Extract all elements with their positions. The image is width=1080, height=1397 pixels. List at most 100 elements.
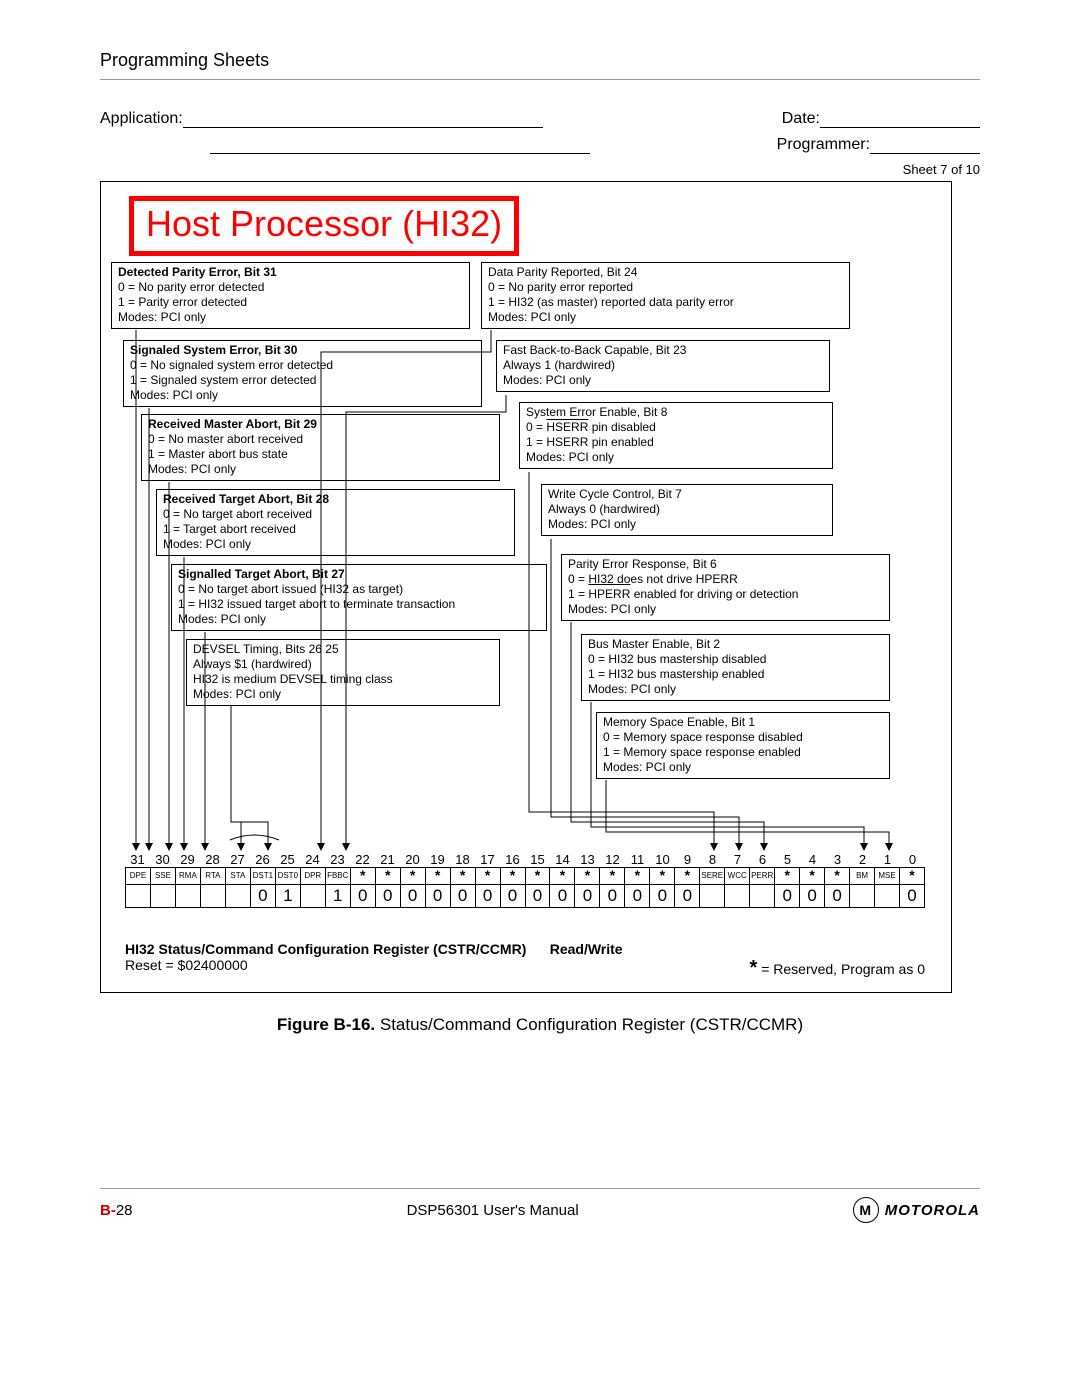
- bit-number: 9: [675, 852, 700, 867]
- bit-value: 0: [525, 885, 550, 907]
- bit-number: 0: [900, 852, 925, 867]
- bit-value: [300, 885, 325, 907]
- bit-value: 0: [350, 885, 375, 907]
- bit-label: RMA: [175, 868, 200, 884]
- reserved-bit: *: [400, 868, 425, 884]
- bit-number: 10: [650, 852, 675, 867]
- footer-divider: [100, 1188, 980, 1189]
- application-line[interactable]: [183, 127, 543, 128]
- reserved-bit: *: [599, 868, 624, 884]
- reserved-bit: *: [450, 868, 475, 884]
- bit-value: 0: [450, 885, 475, 907]
- bit-description-box: Memory Space Enable, Bit 10 = Memory spa…: [596, 712, 890, 779]
- bit-value: [200, 885, 225, 907]
- bit-description-box: DEVSEL Timing, Bits 26 25Always $1 (hard…: [186, 639, 500, 706]
- bit-number: 7: [725, 852, 750, 867]
- bit-value: [150, 885, 175, 907]
- reserved-bit: *: [774, 868, 799, 884]
- bit-value: 0: [574, 885, 599, 907]
- bit-label: BM: [849, 868, 874, 884]
- register-name: HI32 Status/Command Configuration Regist…: [125, 941, 526, 957]
- bit-description-box: Bus Master Enable, Bit 20 = HI32 bus mas…: [581, 634, 890, 701]
- bit-value: [849, 885, 874, 907]
- reserved-bit: *: [574, 868, 599, 884]
- bit-label: DPE: [125, 868, 150, 884]
- bit-number: 17: [475, 852, 500, 867]
- reserved-bit: *: [425, 868, 450, 884]
- date-line[interactable]: [820, 127, 980, 128]
- bit-value: 1: [325, 885, 350, 907]
- bit-label: DST1: [250, 868, 275, 884]
- bit-values-row: 011000000000000000000: [125, 885, 925, 908]
- motorola-logo-icon: M: [853, 1197, 879, 1223]
- diagram-title: Host Processor (HI32): [146, 203, 502, 244]
- bit-label: PERR: [749, 868, 774, 884]
- bit-label: DPR: [300, 868, 325, 884]
- programmer-label: Programmer:: [777, 136, 870, 154]
- bit-number: 30: [150, 852, 175, 867]
- page-prefix: B-: [100, 1202, 116, 1219]
- programmer-line[interactable]: [870, 153, 980, 154]
- bit-number: 21: [375, 852, 400, 867]
- diagram-title-box: Host Processor (HI32): [129, 196, 519, 256]
- sheet-info: Sheet 7 of 10: [100, 162, 980, 177]
- bit-value: [749, 885, 774, 907]
- bit-value: 0: [624, 885, 649, 907]
- bit-value: 0: [774, 885, 799, 907]
- bit-value: 0: [500, 885, 525, 907]
- figure-caption: Figure B-16. Status/Command Configuratio…: [100, 1015, 980, 1035]
- bit-number: 29: [175, 852, 200, 867]
- bit-label: FBBC: [325, 868, 350, 884]
- bit-value: [874, 885, 899, 907]
- bit-number: 1: [875, 852, 900, 867]
- bit-value: 0: [400, 885, 425, 907]
- reserved-bit: *: [350, 868, 375, 884]
- bit-number: 28: [200, 852, 225, 867]
- register-reset: Reset = $02400000: [125, 957, 248, 973]
- page-footer: B-28 DSP56301 User's Manual M MOTOROLA: [100, 1180, 980, 1223]
- bit-value: 0: [674, 885, 699, 907]
- bit-value: [225, 885, 250, 907]
- bit-value: [175, 885, 200, 907]
- bit-description-box: Received Target Abort, Bit 280 = No targ…: [156, 489, 515, 556]
- register-grid: 3130292827262524232221201918171615141312…: [125, 852, 925, 908]
- reserved-bit: *: [624, 868, 649, 884]
- date-label: Date:: [782, 110, 820, 128]
- reserved-bit: *: [475, 868, 500, 884]
- bit-number: 6: [750, 852, 775, 867]
- bit-number: 20: [400, 852, 425, 867]
- bit-label: STA: [225, 868, 250, 884]
- reserved-bit: *: [899, 868, 925, 884]
- bit-number: 18: [450, 852, 475, 867]
- bit-description-box: Received Master Abort, Bit 290 = No mast…: [141, 414, 500, 481]
- form-row-1: Application: Date:: [100, 110, 980, 128]
- bit-value: [125, 885, 150, 907]
- page-num: 28: [116, 1202, 133, 1219]
- bit-number: 25: [275, 852, 300, 867]
- bit-number: 13: [575, 852, 600, 867]
- bit-number: 15: [525, 852, 550, 867]
- bit-description-box: Write Cycle Control, Bit 7Always 0 (hard…: [541, 484, 833, 536]
- application-line-2[interactable]: [210, 153, 590, 154]
- bit-value: 1: [275, 885, 300, 907]
- manual-title: DSP56301 User's Manual: [407, 1202, 579, 1219]
- brand: M MOTOROLA: [853, 1197, 980, 1223]
- bit-value: 0: [649, 885, 674, 907]
- bit-number: 24: [300, 852, 325, 867]
- reserved-bit: *: [649, 868, 674, 884]
- bit-value: 0: [824, 885, 849, 907]
- register-footer: HI32 Status/Command Configuration Regist…: [125, 941, 925, 980]
- bit-label: MSE: [874, 868, 899, 884]
- bit-number: 16: [500, 852, 525, 867]
- bit-value: 0: [799, 885, 824, 907]
- bit-number: 26: [250, 852, 275, 867]
- bit-number: 23: [325, 852, 350, 867]
- reserved-bit: *: [674, 868, 699, 884]
- brand-text: MOTOROLA: [885, 1202, 980, 1219]
- bit-value: 0: [250, 885, 275, 907]
- bit-labels-row: DPESSERMARTASTADST1DST0DPRFBBC**********…: [125, 867, 925, 885]
- bit-number: 11: [625, 852, 650, 867]
- bit-description-box: Parity Error Response, Bit 60 = HI32 doe…: [561, 554, 890, 621]
- bit-number: 5: [775, 852, 800, 867]
- form-row-2: Programmer:: [100, 136, 980, 154]
